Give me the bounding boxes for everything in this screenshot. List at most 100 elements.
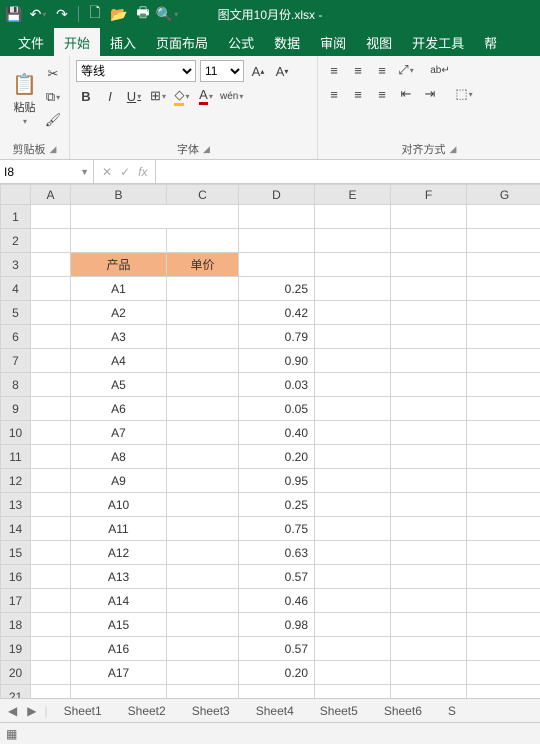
align-middle-button[interactable]: ≡: [348, 60, 368, 80]
cell[interactable]: [31, 469, 71, 493]
cell[interactable]: A12: [71, 541, 167, 565]
cell[interactable]: [31, 301, 71, 325]
sheet-tab[interactable]: Sheet2: [118, 701, 176, 721]
cell[interactable]: [467, 493, 540, 517]
cell[interactable]: [391, 421, 467, 445]
cell[interactable]: 0.42: [239, 301, 315, 325]
cell[interactable]: A10: [71, 493, 167, 517]
cell[interactable]: A9: [71, 469, 167, 493]
cell[interactable]: [239, 205, 315, 229]
cell[interactable]: [315, 661, 391, 685]
open-file-icon[interactable]: 📂: [109, 4, 129, 24]
align-center-button[interactable]: ≡: [348, 84, 368, 104]
cell[interactable]: [315, 397, 391, 421]
cell[interactable]: [391, 325, 467, 349]
cell[interactable]: [167, 493, 239, 517]
sheet-nav-prev[interactable]: ◀: [6, 704, 19, 718]
font-size-select[interactable]: 11: [200, 60, 244, 82]
sheet-tab[interactable]: Sheet4: [246, 701, 304, 721]
tab-formulas[interactable]: 公式: [218, 28, 264, 56]
cell[interactable]: [31, 661, 71, 685]
merge-button[interactable]: ⬚▾: [454, 84, 474, 104]
cell[interactable]: [167, 445, 239, 469]
align-left-button[interactable]: ≡: [324, 84, 344, 104]
cell[interactable]: [467, 469, 540, 493]
cell[interactable]: [391, 205, 467, 229]
cell[interactable]: A14: [71, 589, 167, 613]
cell[interactable]: [167, 229, 239, 253]
cell[interactable]: [315, 493, 391, 517]
cell[interactable]: [31, 541, 71, 565]
cell[interactable]: 0.05: [239, 397, 315, 421]
cell[interactable]: A13: [71, 565, 167, 589]
cell[interactable]: A5: [71, 373, 167, 397]
sheet-nav-next[interactable]: ▶: [25, 704, 38, 718]
header-cell-price[interactable]: 单价: [167, 253, 239, 277]
cell[interactable]: [31, 205, 71, 229]
format-painter-button[interactable]: 🖌: [43, 110, 63, 130]
cell[interactable]: [467, 205, 540, 229]
cell[interactable]: [467, 637, 540, 661]
formula-input[interactable]: [156, 160, 540, 183]
dialog-launcher-icon[interactable]: ◢: [50, 144, 57, 155]
name-box-input[interactable]: [4, 165, 64, 179]
cell[interactable]: [391, 349, 467, 373]
italic-button[interactable]: I: [100, 86, 120, 106]
font-color-button[interactable]: A▾: [196, 86, 216, 106]
sheet-tab[interactable]: S: [438, 701, 466, 721]
tab-review[interactable]: 审阅: [310, 28, 356, 56]
cell[interactable]: [467, 421, 540, 445]
cell[interactable]: [467, 589, 540, 613]
cell[interactable]: [315, 277, 391, 301]
cut-button[interactable]: ✂: [43, 64, 63, 84]
cell[interactable]: [315, 349, 391, 373]
sheet-tab[interactable]: Sheet1: [54, 701, 112, 721]
cell[interactable]: A11: [71, 517, 167, 541]
row-header[interactable]: 13: [1, 493, 31, 517]
cell[interactable]: [31, 325, 71, 349]
cell[interactable]: [167, 589, 239, 613]
cell[interactable]: [467, 301, 540, 325]
row-header[interactable]: 4: [1, 277, 31, 301]
cell[interactable]: [467, 373, 540, 397]
cell[interactable]: [31, 229, 71, 253]
tab-insert[interactable]: 插入: [100, 28, 146, 56]
row-header[interactable]: 18: [1, 613, 31, 637]
border-button[interactable]: ⊞▾: [148, 86, 168, 106]
cell[interactable]: [31, 589, 71, 613]
cell[interactable]: 0.20: [239, 661, 315, 685]
cell[interactable]: [167, 277, 239, 301]
cell[interactable]: A15: [71, 613, 167, 637]
cell[interactable]: [167, 421, 239, 445]
name-box[interactable]: ▼: [0, 160, 94, 183]
align-top-button[interactable]: ≡: [324, 60, 344, 80]
cell[interactable]: [391, 373, 467, 397]
row-header[interactable]: 8: [1, 373, 31, 397]
save-icon[interactable]: 💾: [4, 4, 24, 24]
col-header[interactable]: E: [315, 185, 391, 205]
chevron-down-icon[interactable]: ▼: [80, 167, 89, 177]
cell[interactable]: [315, 253, 391, 277]
cell[interactable]: [31, 637, 71, 661]
row-header[interactable]: 5: [1, 301, 31, 325]
cell[interactable]: [467, 325, 540, 349]
row-header[interactable]: 6: [1, 325, 31, 349]
sheet-tab[interactable]: Sheet3: [182, 701, 240, 721]
row-header[interactable]: 9: [1, 397, 31, 421]
cell[interactable]: [315, 637, 391, 661]
underline-button[interactable]: U▾: [124, 86, 144, 106]
col-header[interactable]: D: [239, 185, 315, 205]
orientation-button[interactable]: ⤢▾: [396, 60, 416, 80]
cell[interactable]: [167, 301, 239, 325]
cell[interactable]: [31, 565, 71, 589]
cell[interactable]: 0.46: [239, 589, 315, 613]
cell[interactable]: [315, 565, 391, 589]
cell[interactable]: [315, 421, 391, 445]
wrap-text-button[interactable]: ab↵: [430, 60, 450, 80]
row-header[interactable]: 14: [1, 517, 31, 541]
row-header[interactable]: 1: [1, 205, 31, 229]
cell[interactable]: [167, 325, 239, 349]
cell[interactable]: [467, 661, 540, 685]
cell[interactable]: [167, 661, 239, 685]
dialog-launcher-icon[interactable]: ◢: [450, 144, 457, 155]
